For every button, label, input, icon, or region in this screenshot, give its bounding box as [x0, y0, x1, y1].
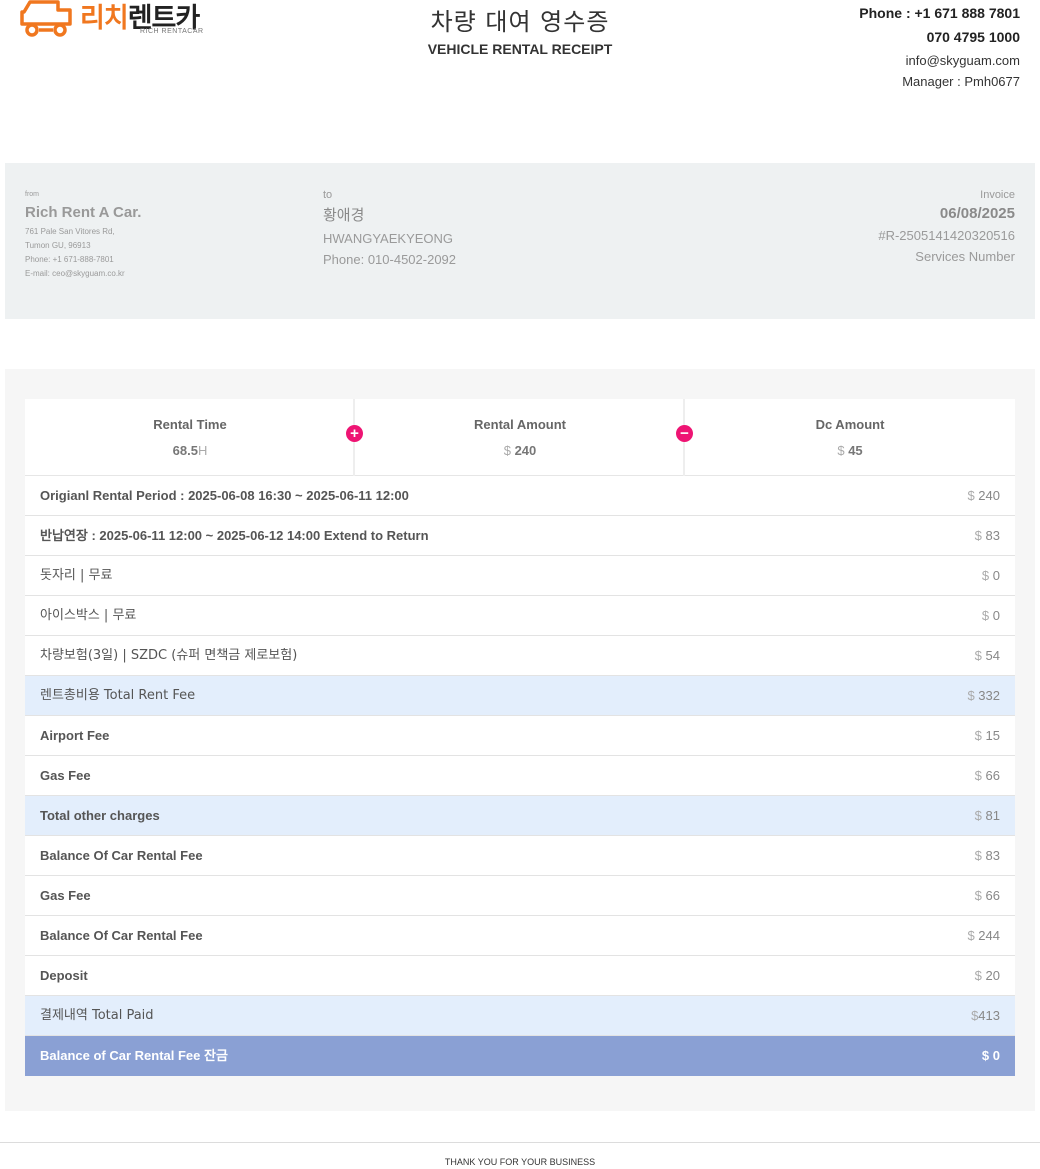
charge-row-balance: Balance Of Car Rental Fee $ 244	[25, 916, 1015, 956]
rental-time-value: 68.5H	[172, 443, 208, 458]
charge-amount: $ 0	[981, 608, 1000, 623]
charge-row-balance: Balance Of Car Rental Fee $ 83	[25, 836, 1015, 876]
contact-phone-secondary: 070 4795 1000	[926, 29, 1020, 45]
from-email: E-mail: ceo@skyguam.co.kr	[25, 269, 125, 278]
from-address-line-2: Tumon GU, 96913	[25, 241, 91, 250]
charge-label: Airport Fee	[40, 728, 110, 743]
charge-label: 아이스박스 | 무료	[40, 608, 137, 623]
to-name-korean: 황애경	[323, 206, 365, 224]
invoice-date: 06/08/2025	[939, 205, 1015, 222]
charge-row-icebox: 아이스박스 | 무료 $ 0	[25, 596, 1015, 636]
rental-amount-value: $ 240	[503, 443, 537, 458]
charge-row-original-period: Origianl Rental Period : 2025-06-08 16:3…	[25, 476, 1015, 516]
to-name-english: HWANGYAEKYEONG	[323, 231, 454, 246]
charge-label: Balance of Car Rental Fee 잔금	[40, 1048, 228, 1063]
charge-amount: $ 240	[967, 488, 1000, 503]
to-phone: Phone: 010-4502-2092	[323, 252, 457, 267]
charge-row-insurance: 차량보험(3일) | SZDC (슈퍼 면책금 제로보험) $ 54	[25, 636, 1015, 676]
from-address-line-1: 761 Pale San Vitores Rd,	[25, 227, 115, 236]
charge-row-total-rent-fee: 렌트총비용 Total Rent Fee $ 332	[25, 676, 1015, 716]
charge-rows: Origianl Rental Period : 2025-06-08 16:3…	[25, 476, 1015, 1076]
parties-panel: from Rich Rent A Car. 761 Pale San Vitor…	[5, 163, 1035, 319]
rental-time-label: Rental Time	[153, 417, 227, 432]
charge-amount: $ 66	[974, 768, 1000, 783]
charge-label: Deposit	[40, 968, 88, 983]
dc-amount-value: $ 45	[837, 443, 863, 458]
charge-row-mat: 돗자리 | 무료 $ 0	[25, 556, 1015, 596]
charge-row-gas-fee: Gas Fee $ 66	[25, 756, 1015, 796]
charge-label: 돗자리 | 무료	[40, 568, 113, 583]
charge-amount: $413	[971, 1008, 1000, 1023]
invoice-label: Invoice	[980, 189, 1015, 201]
to-label: to	[323, 189, 333, 201]
footer-divider	[0, 1142, 1040, 1143]
contact-email[interactable]: info@skyguam.com	[859, 53, 1020, 68]
invoice-number: #R-2505141420320516	[878, 228, 1015, 243]
charge-row-return-extension: 반납연장 : 2025-06-11 12:00 ~ 2025-06-12 14:…	[25, 516, 1015, 556]
charge-amount: $ 81	[974, 808, 1000, 823]
charge-amount: $ 83	[974, 528, 1000, 543]
contact-phone-primary: Phone : +1 671 888 7801	[859, 5, 1020, 21]
footer-thanks: THANK YOU FOR YOUR BUSINESS	[444, 1157, 596, 1167]
charge-label: Balance Of Car Rental Fee	[40, 848, 203, 863]
charge-label: Balance Of Car Rental Fee	[40, 928, 203, 943]
rental-summary: Rental Time 68.5H + Rental Amount $ 240 …	[25, 399, 1015, 476]
invoice-block: Invoice 06/08/2025 #R-2505141420320516 S…	[878, 189, 1015, 264]
charge-label: 반납연장 : 2025-06-11 12:00 ~ 2025-06-12 14:…	[40, 528, 429, 543]
from-block: from Rich Rent A Car. 761 Pale San Vitor…	[25, 191, 141, 281]
charge-row-total-paid: 결제내역 Total Paid $413	[25, 996, 1015, 1036]
from-name: Rich Rent A Car.	[25, 204, 142, 221]
rental-amount-label: Rental Amount	[474, 417, 566, 432]
charge-amount: $ 83	[974, 848, 1000, 863]
summary-rental-amount: Rental Amount $ 240	[355, 399, 685, 476]
company-contact: Phone : +1 671 888 7801 070 4795 1000 in…	[859, 5, 1020, 89]
from-label: from	[25, 191, 39, 198]
charge-label: 차량보험(3일) | SZDC (슈퍼 면책금 제로보험)	[40, 648, 298, 663]
contact-manager: Manager : Pmh0677	[902, 74, 1020, 89]
dc-amount-label: Dc Amount	[815, 417, 885, 432]
charge-row-final-balance: Balance of Car Rental Fee 잔금 $ 0	[25, 1036, 1015, 1076]
charge-amount: $ 0	[981, 1048, 1000, 1063]
summary-dc-amount: Dc Amount $ 45	[685, 399, 1015, 476]
charge-label: Origianl Rental Period : 2025-06-08 16:3…	[40, 488, 409, 503]
charge-row-deposit: Deposit $ 20	[25, 956, 1015, 996]
charge-amount: $ 15	[974, 728, 1000, 743]
charges-panel: Rental Time 68.5H + Rental Amount $ 240 …	[5, 369, 1035, 1111]
charge-label: 결제내역 Total Paid	[40, 1008, 154, 1023]
charge-amount: $ 244	[967, 928, 1000, 943]
charge-row-total-other-charges: Total other charges $ 81	[25, 796, 1015, 836]
charge-amount: $ 20	[974, 968, 1000, 983]
summary-rental-time: Rental Time 68.5H	[25, 399, 355, 476]
to-block: to 황애경 HWANGYAEKYEONG Phone: 010-4502-20…	[323, 189, 456, 267]
charge-label: Gas Fee	[40, 888, 91, 903]
charge-amount: $ 66	[974, 888, 1000, 903]
charge-amount: $ 332	[967, 688, 1000, 703]
charge-amount: $ 54	[974, 648, 1000, 663]
charge-row-airport-fee: Airport Fee $ 15	[25, 716, 1015, 756]
charge-amount: $ 0	[981, 568, 1000, 583]
charge-label: Total other charges	[40, 808, 160, 823]
charge-label: 렌트총비용 Total Rent Fee	[40, 688, 196, 703]
charge-label: Gas Fee	[40, 768, 91, 783]
invoice-number-caption: Services Number	[915, 249, 1015, 264]
charge-row-gas-fee: Gas Fee $ 66	[25, 876, 1015, 916]
from-phone: Phone: +1 671-888-7801	[25, 255, 114, 264]
